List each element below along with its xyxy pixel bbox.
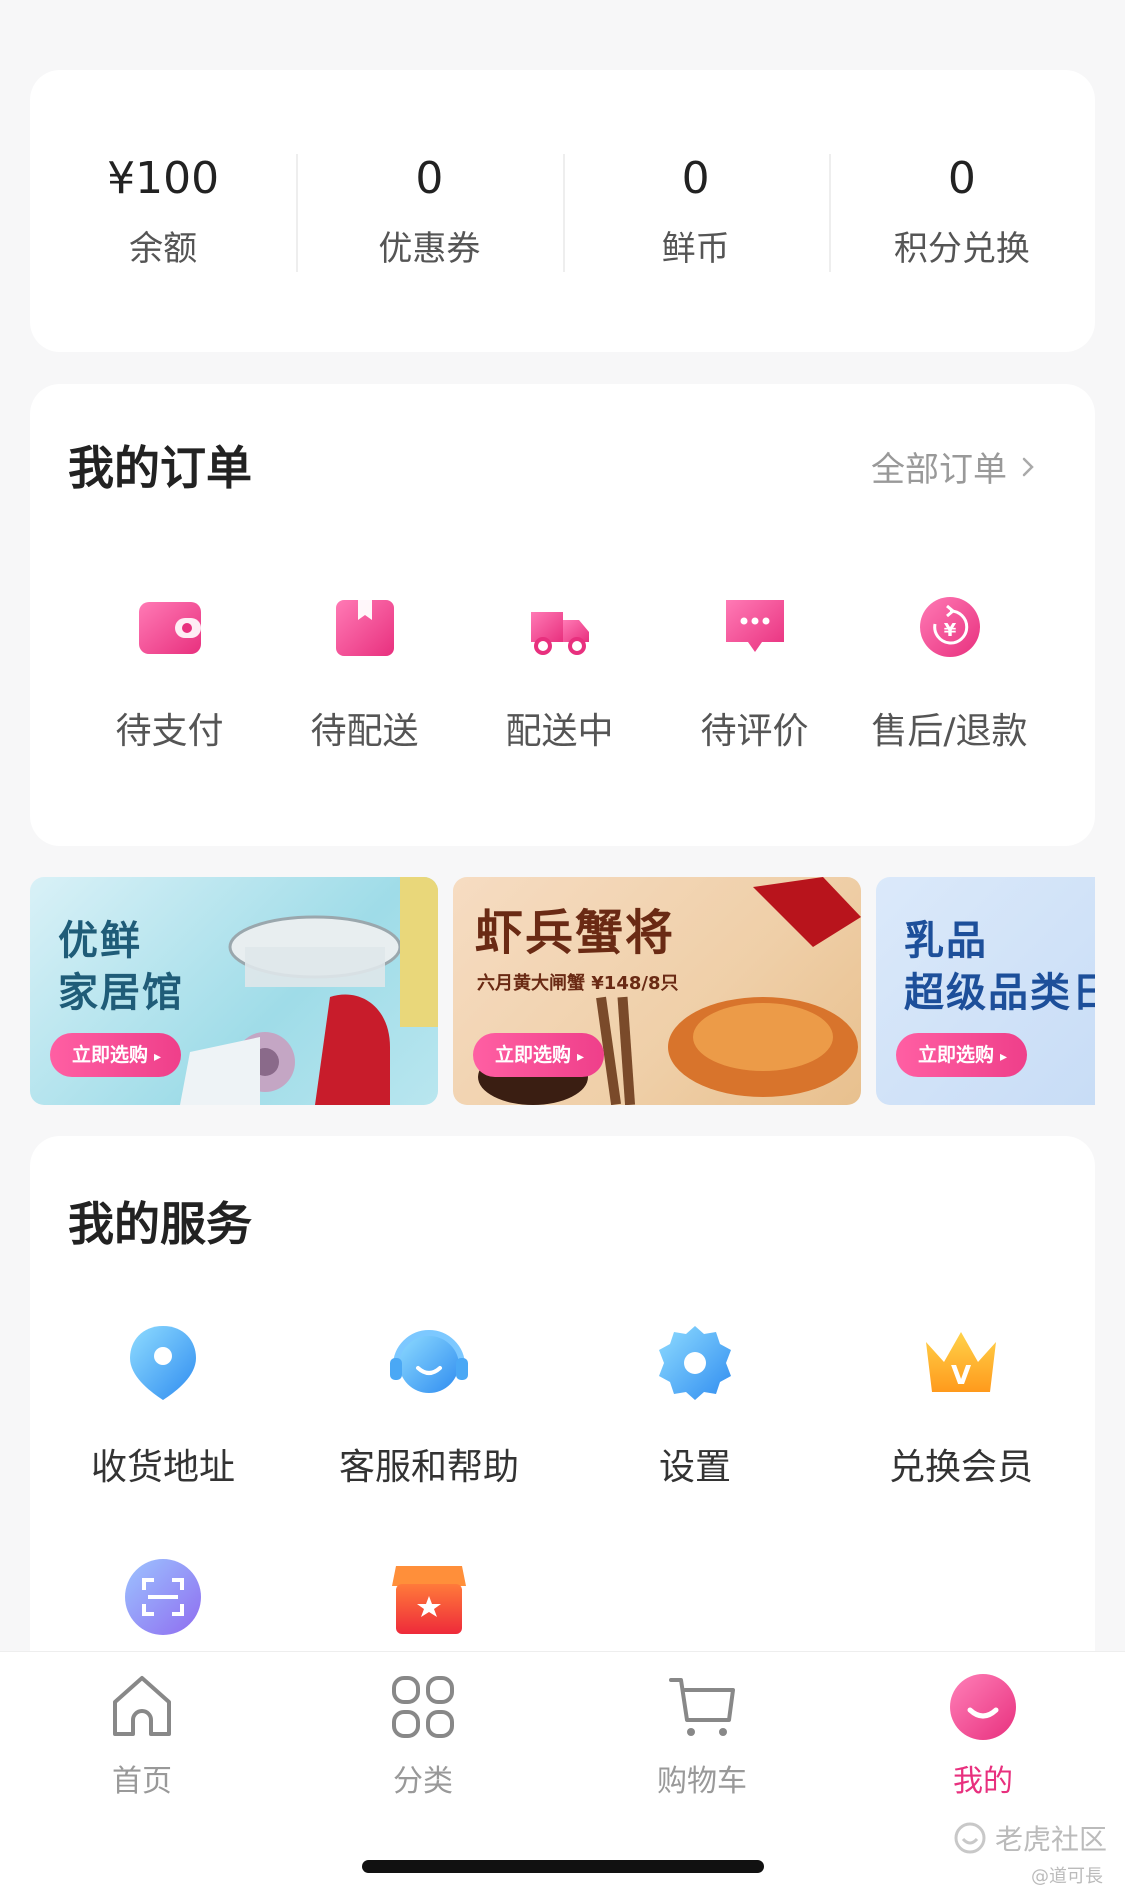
- gear-icon: [659, 1326, 731, 1400]
- all-orders-link[interactable]: 全部订单: [871, 442, 1039, 491]
- promo-banner-carousel[interactable]: 优鲜 家居馆 立即选购 虾兵蟹将 六月黄大闸蟹 ¥148/8只 立即选购 乳品 …: [30, 877, 1095, 1105]
- my-services-card: 我的服务 收货地址 客服和帮助 设置 V 兑换会员: [30, 1136, 1095, 1656]
- tiger-community-logo-icon: [954, 1822, 986, 1854]
- tab-profile[interactable]: 我的: [913, 1672, 1053, 1800]
- banner-2-subtitle: 六月黄大闸蟹 ¥148/8只: [477, 973, 679, 994]
- truck-icon: [530, 612, 589, 655]
- crab-banner[interactable]: 虾兵蟹将 六月黄大闸蟹 ¥148/8只 立即选购: [453, 877, 861, 1105]
- coupon-label: 优惠券: [378, 229, 481, 269]
- dairy-banner[interactable]: 乳品 超级品类日 立即选购: [876, 877, 1095, 1105]
- order-pending-delivery[interactable]: 待配送: [267, 594, 462, 754]
- watermark: 老虎社区: [953, 1818, 1107, 1858]
- package-icon: [335, 600, 394, 656]
- comment-icon: [725, 600, 784, 652]
- tab-home-label: 首页: [112, 1764, 172, 1799]
- banner-3-title-line1: 乳品: [904, 918, 988, 964]
- settings-service[interactable]: 设置: [562, 1322, 828, 1490]
- balance-stat[interactable]: ¥100 余额: [30, 148, 296, 274]
- tab-category-label: 分类: [393, 1764, 453, 1799]
- profile-icon: [950, 1674, 1016, 1740]
- watermark-text: 老虎社区: [994, 1823, 1107, 1856]
- order-after-sales[interactable]: ¥ 售后/退款: [852, 594, 1047, 754]
- tab-profile-label: 我的: [953, 1764, 1013, 1799]
- points-exchange-stat[interactable]: 0 积分兑换: [828, 148, 1095, 274]
- cart-icon: [669, 1678, 735, 1736]
- coupon-value: 0: [415, 153, 444, 204]
- order-in-delivery-label: 配送中: [505, 711, 614, 752]
- category-icon: [392, 1676, 454, 1738]
- home-indicator[interactable]: [362, 1860, 764, 1873]
- fresh-coin-value: 0: [681, 153, 710, 204]
- banner-3-title-line2: 超级品类日: [904, 970, 1095, 1016]
- banner-1-title-line2: 家居馆: [58, 970, 184, 1016]
- banner-3-buy-button[interactable]: 立即选购: [896, 1033, 1028, 1077]
- redeem-membership-label: 兑换会员: [888, 1447, 1033, 1488]
- home-icon: [113, 1676, 171, 1736]
- chevron-right-icon: [1022, 457, 1034, 476]
- shipping-address-service[interactable]: 收货地址: [30, 1322, 296, 1490]
- redeem-membership-service[interactable]: V 兑换会员: [828, 1322, 1094, 1490]
- refund-icon: ¥: [919, 597, 980, 657]
- fresh-coin-stat[interactable]: 0 鲜币: [562, 148, 829, 274]
- tab-cart-label: 购物车: [657, 1764, 747, 1799]
- order-in-delivery[interactable]: 配送中: [462, 594, 657, 754]
- customer-service-help[interactable]: 客服和帮助: [296, 1322, 562, 1490]
- balance-label: 余额: [129, 229, 198, 269]
- crown-icon: V: [926, 1332, 996, 1392]
- order-pending-payment-label: 待支付: [115, 711, 224, 752]
- wallet-icon: [138, 602, 201, 654]
- svg-text:¥: ¥: [943, 620, 956, 641]
- all-orders-label: 全部订单: [871, 450, 1007, 490]
- banner-2-title: 虾兵蟹将: [475, 905, 676, 961]
- points-label: 积分兑换: [893, 229, 1030, 269]
- tab-cart[interactable]: 购物车: [632, 1672, 772, 1800]
- order-pending-review-label: 待评价: [700, 711, 809, 752]
- order-after-sales-label: 售后/退款: [871, 711, 1028, 752]
- tab-home[interactable]: 首页: [72, 1672, 212, 1800]
- account-stats-card: ¥100 余额 0 优惠券 0 鲜币 0 积分兑换: [30, 70, 1095, 352]
- fresh-coin-label: 鲜币: [661, 229, 730, 269]
- my-orders-card: 我的订单 全部订单 待支付 待配送 配送中 待评价 ¥ 售后/退款: [30, 384, 1095, 846]
- home-goods-banner[interactable]: 优鲜 家居馆 立即选购: [30, 877, 438, 1105]
- svg-text:V: V: [951, 1361, 971, 1391]
- tab-category[interactable]: 分类: [353, 1672, 493, 1800]
- banner-1-buy-button[interactable]: 立即选购: [50, 1033, 182, 1077]
- watermark-author: @道可長: [1031, 1866, 1103, 1887]
- order-pending-review[interactable]: 待评价: [657, 594, 852, 754]
- order-pending-delivery-label: 待配送: [310, 711, 419, 752]
- settings-label: 设置: [658, 1447, 731, 1488]
- orders-section-title: 我的订单: [68, 441, 252, 495]
- points-value: 0: [947, 153, 976, 204]
- banner-3-title: 乳品 超级品类日: [904, 915, 1095, 1019]
- coupon-stat[interactable]: 0 优惠券: [296, 148, 562, 274]
- services-section-title: 我的服务: [68, 1197, 252, 1251]
- customer-service-label: 客服和帮助: [338, 1447, 519, 1488]
- order-pending-payment[interactable]: 待支付: [72, 594, 267, 754]
- shipping-address-label: 收货地址: [90, 1447, 235, 1488]
- banner-2-buy-button[interactable]: 立即选购: [473, 1033, 605, 1077]
- banner-1-title-line1: 优鲜: [58, 918, 142, 964]
- balance-value: ¥100: [107, 153, 220, 204]
- banner-1-title: 优鲜 家居馆: [58, 915, 184, 1019]
- location-pin-icon: [130, 1326, 196, 1400]
- scan-icon: [125, 1559, 201, 1635]
- store-icon: [392, 1566, 466, 1634]
- headset-icon: [390, 1330, 468, 1393]
